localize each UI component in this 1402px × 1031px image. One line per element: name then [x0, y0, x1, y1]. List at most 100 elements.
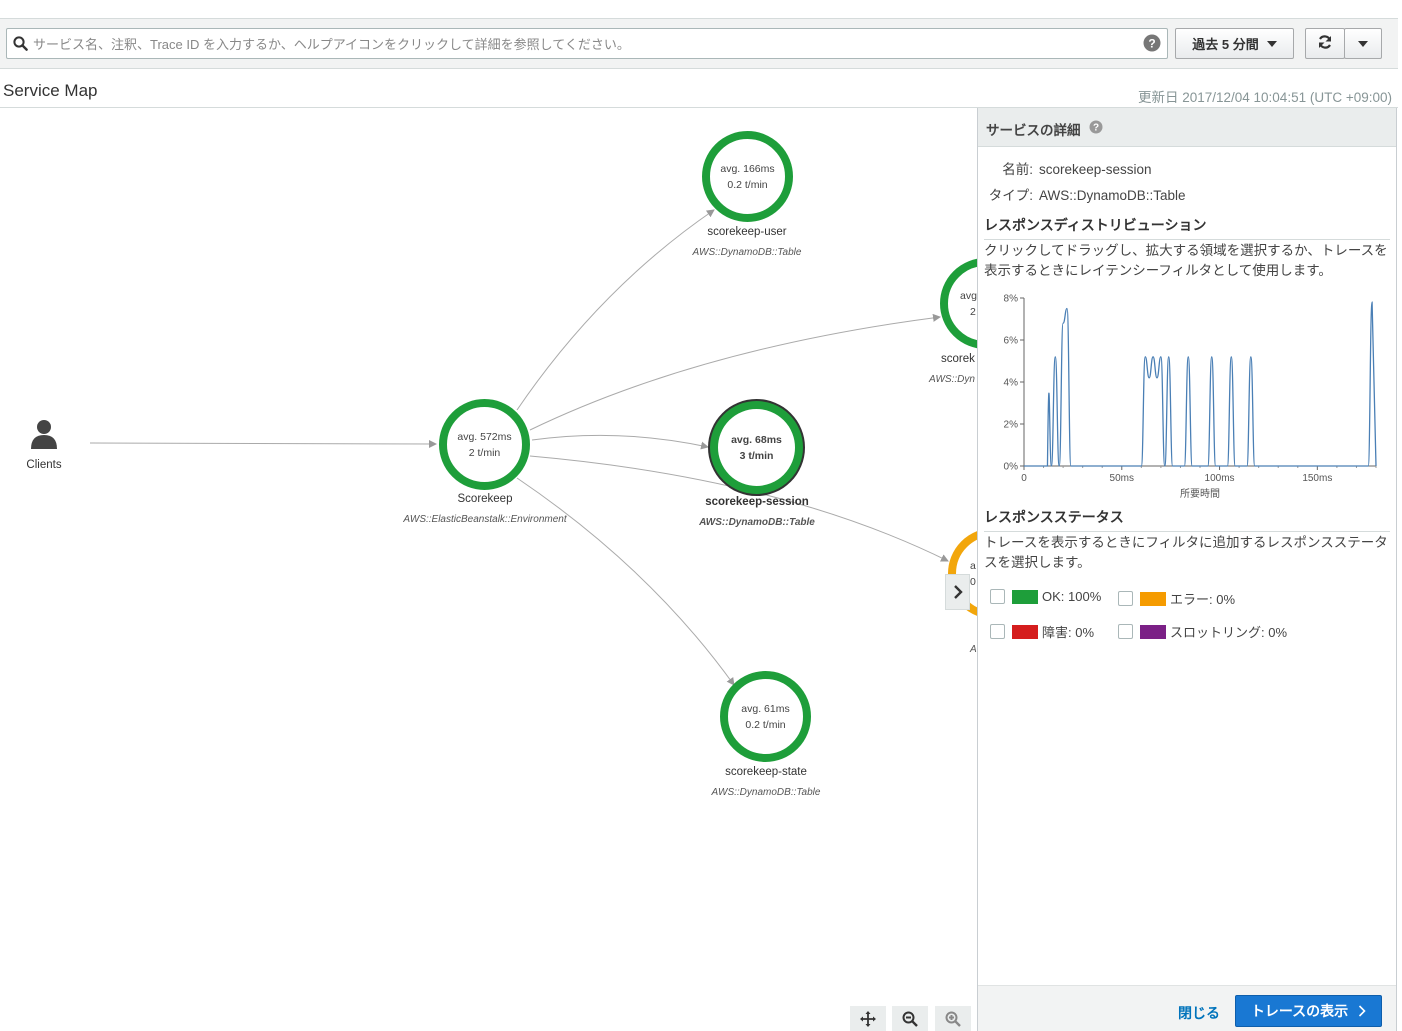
- service-name-row: 名前: scorekeep-session: [978, 158, 1152, 178]
- service-map[interactable]: Clients avg. 572ms 2 t/min Scorekeep AWS…: [0, 108, 977, 1031]
- status-fault-checkbox[interactable]: [990, 624, 1005, 639]
- throughput: 0.2 t/min: [745, 718, 786, 731]
- zoom-out-button[interactable]: [892, 1006, 928, 1031]
- name-value: scorekeep-session: [1039, 162, 1152, 177]
- response-distribution-chart[interactable]: 0% 2% 4% 6% 8% 0 50ms 100ms 150ms 所要時間: [984, 286, 1384, 506]
- node-name: Scorekeep: [457, 493, 513, 505]
- throughput: 2 t/min: [468, 446, 501, 459]
- view-traces-label: トレースの表示: [1250, 1003, 1349, 1019]
- throughput: 2: [970, 305, 976, 318]
- avg-latency: avg. 572ms: [457, 430, 512, 443]
- node-type: AWS::DynamoDB::Table: [692, 247, 802, 258]
- chevron-down-icon: [1266, 40, 1277, 47]
- node-ring: avg. 166ms 0.2 t/min: [702, 131, 793, 222]
- distribution-description: クリックしてドラッグし、拡大する領域を選択するか、トレースを表示するときにレイテ…: [984, 243, 1388, 278]
- status-fault-label: 障害: 0%: [1042, 625, 1095, 640]
- zoom-in-icon: [945, 1011, 961, 1027]
- node-type: A: [970, 644, 977, 655]
- pan-button[interactable]: [850, 1006, 886, 1031]
- node-ring: avg. 61ms 0.2 t/min: [720, 671, 811, 762]
- time-range-dropdown[interactable]: 過去 5 分間: [1175, 28, 1294, 59]
- refresh-button[interactable]: [1305, 28, 1345, 59]
- help-icon[interactable]: ?: [1143, 34, 1161, 57]
- time-range-label: 過去 5 分間: [1192, 37, 1259, 52]
- chevron-down-icon: [1358, 40, 1368, 47]
- type-value: AWS::DynamoDB::Table: [1039, 188, 1186, 203]
- panel-footer: 閉じる トレースの表示: [978, 985, 1396, 1031]
- node-name: scorekeep-user: [707, 226, 787, 238]
- zoom-in-button[interactable]: [935, 1006, 971, 1031]
- clients-node[interactable]: Clients: [14, 418, 74, 471]
- status-fault-swatch: [1012, 624, 1038, 639]
- edge-scorekeep-user: [516, 209, 715, 411]
- status-title: レスポンスステータス: [984, 507, 1390, 532]
- search-input[interactable]: [33, 34, 1133, 54]
- y-tick-label: 0%: [1004, 462, 1019, 473]
- help-icon[interactable]: ?: [1089, 120, 1103, 139]
- status-throttle[interactable]: スロットリング: 0%: [1118, 622, 1287, 641]
- status-throttle-label: スロットリング: 0%: [1170, 625, 1288, 640]
- status-error[interactable]: エラー: 0%: [1118, 589, 1235, 608]
- node-type: AWS::Dyn: [929, 374, 975, 385]
- clients-label: Clients: [26, 459, 62, 471]
- last-updated: 更新日 2017/12/04 10:04:51 (UTC +09:00): [1137, 90, 1392, 105]
- refresh-options-button[interactable]: [1344, 28, 1382, 59]
- throughput: 0: [970, 575, 976, 588]
- service-type-row: タイプ: AWS::DynamoDB::Table: [978, 184, 1186, 204]
- x-axis-label: 所要時間: [1180, 488, 1220, 500]
- node-name: scorek: [941, 353, 975, 365]
- status-description: トレースを表示するときにフィルタに追加するレスポンスステータスを選択します。: [984, 535, 1388, 570]
- status-throttle-swatch: [1140, 624, 1166, 639]
- node-type: AWS::DynamoDB::Table: [711, 787, 821, 798]
- avg-latency: avg. 68ms: [731, 433, 782, 446]
- status-error-swatch: [1140, 591, 1166, 606]
- title-row: Service Map 更新日 2017/12/04 10:04:51 (UTC…: [0, 70, 1398, 108]
- zoom-out-icon: [902, 1011, 918, 1027]
- y-tick-label: 8%: [1004, 294, 1019, 305]
- avg-latency: avg. 166ms: [720, 162, 775, 175]
- status-error-label: エラー: 0%: [1170, 592, 1236, 607]
- distribution-title: レスポンスディストリビューション: [984, 215, 1390, 240]
- avg-latency: avg. 61ms: [741, 702, 790, 715]
- svg-text:?: ?: [1093, 123, 1099, 134]
- node-ring: avg. 68ms 3 t/min: [710, 401, 803, 494]
- x-tick-label: 150ms: [1302, 473, 1332, 484]
- status-fault[interactable]: 障害: 0%: [990, 622, 1094, 641]
- node-name: scorekeep-state: [725, 766, 807, 778]
- svg-text:?: ?: [1148, 37, 1155, 51]
- user-icon: [31, 420, 57, 449]
- status-ok-swatch: [1012, 589, 1038, 604]
- edge-scorekeep-state: [516, 477, 735, 686]
- status-ok-checkbox[interactable]: [990, 589, 1005, 604]
- search-icon: [13, 36, 28, 56]
- chevron-right-icon: [1359, 1005, 1366, 1017]
- node-name: scorekeep-session: [705, 496, 809, 508]
- avg-latency: avg: [960, 289, 977, 302]
- name-label: 名前:: [1002, 162, 1033, 177]
- avg-latency: a: [970, 559, 976, 572]
- service-details-panel: サービスの詳細 ? 名前: scorekeep-session タイプ: AWS::…: [977, 108, 1397, 1031]
- throughput: 3 t/min: [739, 449, 774, 462]
- y-tick-label: 6%: [1004, 336, 1019, 347]
- status-throttle-checkbox[interactable]: [1118, 624, 1133, 639]
- search-box[interactable]: ?: [6, 28, 1168, 59]
- edge-clients-scorekeep: [89, 439, 437, 448]
- page-title: Service Map: [3, 81, 98, 100]
- status-ok[interactable]: OK: 100%: [990, 589, 1101, 604]
- status-ok-label: OK: 100%: [1042, 589, 1102, 604]
- x-tick-label: 100ms: [1205, 473, 1235, 484]
- type-label: タイプ:: [988, 188, 1033, 203]
- distribution-series-line: [1024, 301, 1377, 467]
- node-type: AWS::DynamoDB::Table: [699, 517, 815, 528]
- move-icon: [860, 1010, 876, 1027]
- close-button[interactable]: 閉じる: [1178, 1003, 1220, 1023]
- edge-scorekeep-session: [531, 434, 709, 450]
- y-tick-label: 4%: [1004, 378, 1019, 389]
- node-ring: avg. 572ms 2 t/min: [439, 399, 530, 490]
- node-type: AWS::ElasticBeanstalk::Environment: [403, 514, 567, 525]
- collapse-panel-button[interactable]: [945, 574, 970, 610]
- refresh-icon: [1317, 34, 1333, 53]
- panel-title: サービスの詳細: [986, 123, 1081, 138]
- status-error-checkbox[interactable]: [1118, 591, 1133, 606]
- view-traces-button[interactable]: トレースの表示: [1235, 995, 1382, 1027]
